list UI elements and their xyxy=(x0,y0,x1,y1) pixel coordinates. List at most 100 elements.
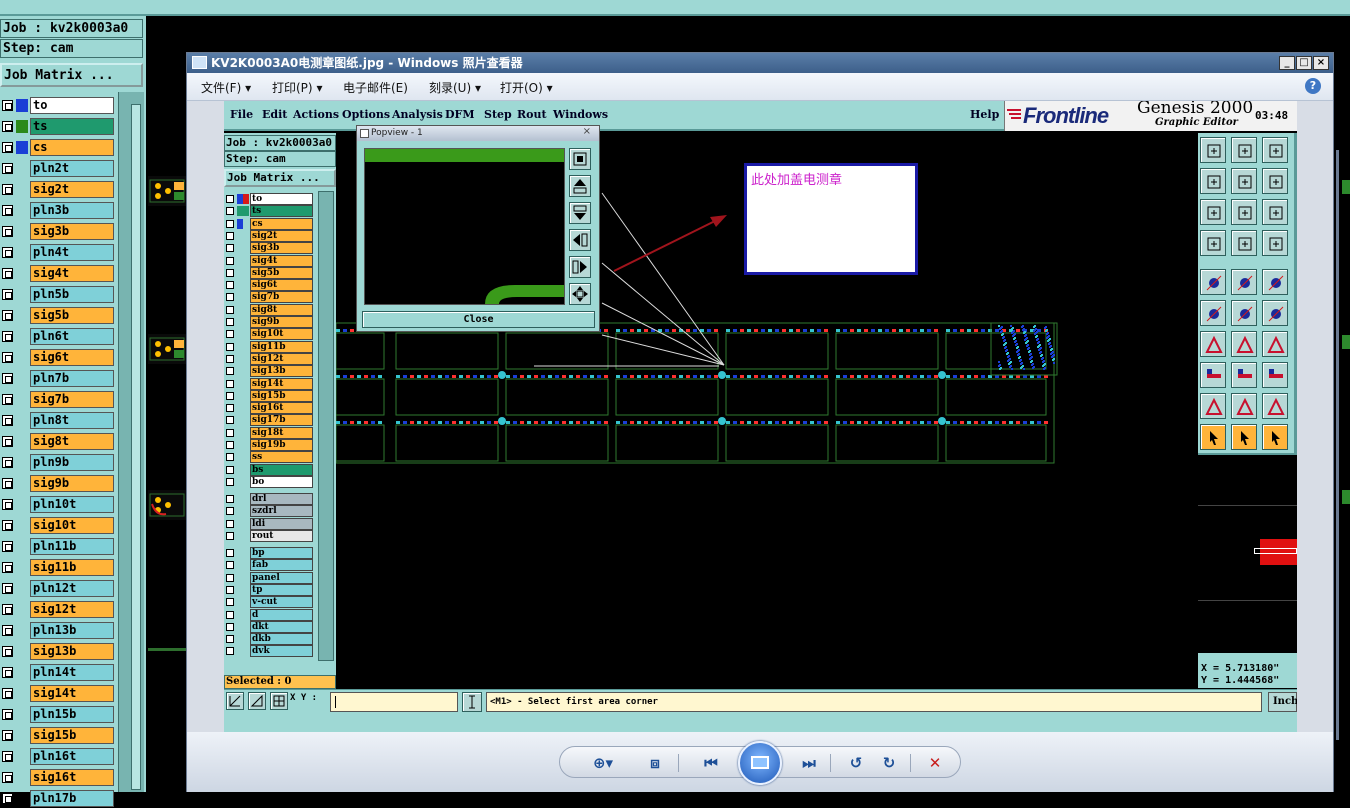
previous-icon[interactable]: ⏮ xyxy=(700,753,722,773)
bg-layer-row[interactable]: sig2t xyxy=(0,181,116,199)
bg-layer-row[interactable]: cs xyxy=(0,139,116,157)
bg-layer-checkbox[interactable] xyxy=(2,730,13,741)
bg-layer-row[interactable]: sig13b xyxy=(0,643,116,661)
help-icon[interactable]: ? xyxy=(1305,78,1321,94)
genesis-layer-checkbox xyxy=(226,495,234,503)
bg-layer-row[interactable]: pln10t xyxy=(0,496,116,514)
bg-layer-checkbox[interactable] xyxy=(2,772,13,783)
bg-layer-checkbox[interactable] xyxy=(2,604,13,615)
bg-layer-row[interactable]: sig11b xyxy=(0,559,116,577)
bg-layer-checkbox[interactable] xyxy=(2,583,13,594)
genesis-layer-row: bs xyxy=(224,463,316,476)
bg-layer-row[interactable]: pln2t xyxy=(0,160,116,178)
bg-layer-checkbox[interactable] xyxy=(2,142,13,153)
bg-layer-row[interactable]: pln5b xyxy=(0,286,116,304)
bg-layer-row[interactable]: sig10t xyxy=(0,517,116,535)
bg-layer-checkbox[interactable] xyxy=(2,394,13,405)
bg-layer-row[interactable]: pln11b xyxy=(0,538,116,556)
rotate-left-icon[interactable]: ↺ xyxy=(845,753,867,773)
bg-layer-row[interactable]: pln3b xyxy=(0,202,116,220)
viewer-title-bar[interactable]: KV2K0003A0电测章图纸.jpg - Windows 照片查看器 _ □ … xyxy=(187,53,1333,73)
bg-layer-row[interactable]: sig8t xyxy=(0,433,116,451)
bg-layer-checkbox[interactable] xyxy=(2,541,13,552)
bg-layer-checkbox[interactable] xyxy=(2,121,13,132)
bg-layer-checkbox[interactable] xyxy=(2,310,13,321)
genesis-layer-name: fab xyxy=(250,559,313,572)
bg-layer-checkbox[interactable] xyxy=(2,226,13,237)
genesis-layer-checkbox xyxy=(226,318,234,326)
cross-icon xyxy=(1231,300,1257,326)
bg-layer-row[interactable]: pln16t xyxy=(0,748,116,766)
bg-layer-row[interactable]: pln14t xyxy=(0,664,116,682)
bg-layer-checkbox[interactable] xyxy=(2,499,13,510)
bg-layer-row[interactable]: pln17b xyxy=(0,790,116,808)
bg-layer-checkbox[interactable] xyxy=(2,688,13,699)
actual-size-icon[interactable]: ⧈ xyxy=(644,753,666,773)
bg-layer-checkbox[interactable] xyxy=(2,373,13,384)
bg-layer-checkbox[interactable] xyxy=(2,352,13,363)
genesis-layer-name: v-cut xyxy=(250,596,313,609)
bg-layer-checkbox[interactable] xyxy=(2,646,13,657)
bg-layer-row[interactable]: sig7b xyxy=(0,391,116,409)
bg-layer-checkbox[interactable] xyxy=(2,289,13,300)
menu-print[interactable]: 打印(P) ▾ xyxy=(272,79,322,96)
menu-burn[interactable]: 刻录(U) ▾ xyxy=(429,79,481,96)
bg-layer-row[interactable]: sig9b xyxy=(0,475,116,493)
genesis-layer-name: rout xyxy=(250,529,313,542)
bg-layer-checkbox[interactable] xyxy=(2,436,13,447)
bg-layer-checkbox[interactable] xyxy=(2,163,13,174)
bg-layer-row[interactable]: pln9b xyxy=(0,454,116,472)
rotate-right-icon[interactable]: ↻ xyxy=(878,753,900,773)
bg-scrollbar[interactable] xyxy=(118,92,144,792)
bg-layer-row[interactable]: sig5b xyxy=(0,307,116,325)
bg-layer-row[interactable]: pln8t xyxy=(0,412,116,430)
bg-layer-checkbox[interactable] xyxy=(2,415,13,426)
genesis-layer-checkbox xyxy=(226,342,234,351)
bg-layer-row[interactable]: pln4t xyxy=(0,244,116,262)
slideshow-button[interactable] xyxy=(738,741,782,785)
bg-layer-row[interactable]: sig6t xyxy=(0,349,116,367)
bg-layer-checkbox[interactable] xyxy=(2,793,13,804)
photo-viewer-app-icon xyxy=(192,56,207,69)
minimize-button[interactable]: _ xyxy=(1279,56,1295,70)
bg-layer-row[interactable]: sig4t xyxy=(0,265,116,283)
bg-layer-row[interactable]: pln6t xyxy=(0,328,116,346)
bg-layer-row[interactable]: pln15b xyxy=(0,706,116,724)
bg-layer-row[interactable]: sig3b xyxy=(0,223,116,241)
bg-job-matrix-button[interactable]: Job Matrix ... xyxy=(0,63,143,87)
bg-layer-checkbox[interactable] xyxy=(2,100,13,111)
bg-layer-checkbox[interactable] xyxy=(2,625,13,636)
genesis-layer-row: drl xyxy=(224,493,316,505)
bg-layer-row[interactable]: sig14t xyxy=(0,685,116,703)
bg-layer-checkbox[interactable] xyxy=(2,562,13,573)
zoom-icon[interactable]: ⊕▾ xyxy=(586,753,620,773)
bg-layer-row[interactable]: pln7b xyxy=(0,370,116,388)
bg-layer-checkbox[interactable] xyxy=(2,667,13,678)
menu-file[interactable]: 文件(F) ▾ xyxy=(201,79,251,96)
zoom-center-icon xyxy=(1231,199,1257,225)
genesis-layer-checkbox xyxy=(226,465,234,474)
bg-layer-row[interactable]: to xyxy=(0,97,116,115)
bg-layer-checkbox[interactable] xyxy=(2,751,13,762)
bg-layer-checkbox[interactable] xyxy=(2,478,13,489)
bg-layer-checkbox[interactable] xyxy=(2,457,13,468)
bg-layer-row[interactable]: pln13b xyxy=(0,622,116,640)
bg-layer-row[interactable]: sig12t xyxy=(0,601,116,619)
bg-layer-row[interactable]: sig16t xyxy=(0,769,116,787)
next-icon[interactable]: ⏭ xyxy=(798,753,820,773)
bg-layer-row[interactable]: pln12t xyxy=(0,580,116,598)
delete-icon[interactable]: ✕ xyxy=(924,753,946,773)
bg-layer-checkbox[interactable] xyxy=(2,709,13,720)
close-button[interactable]: × xyxy=(1313,56,1329,70)
bg-layer-checkbox[interactable] xyxy=(2,247,13,258)
bg-layer-row[interactable]: ts xyxy=(0,118,116,136)
menu-email[interactable]: 电子邮件(E) xyxy=(343,79,408,96)
bg-layer-checkbox[interactable] xyxy=(2,205,13,216)
menu-open[interactable]: 打开(O) ▾ xyxy=(500,79,553,96)
bg-layer-row[interactable]: sig15b xyxy=(0,727,116,745)
bg-layer-checkbox[interactable] xyxy=(2,520,13,531)
bg-layer-checkbox[interactable] xyxy=(2,331,13,342)
bg-layer-checkbox[interactable] xyxy=(2,184,13,195)
bg-layer-checkbox[interactable] xyxy=(2,268,13,279)
maximize-button[interactable]: □ xyxy=(1296,56,1312,70)
